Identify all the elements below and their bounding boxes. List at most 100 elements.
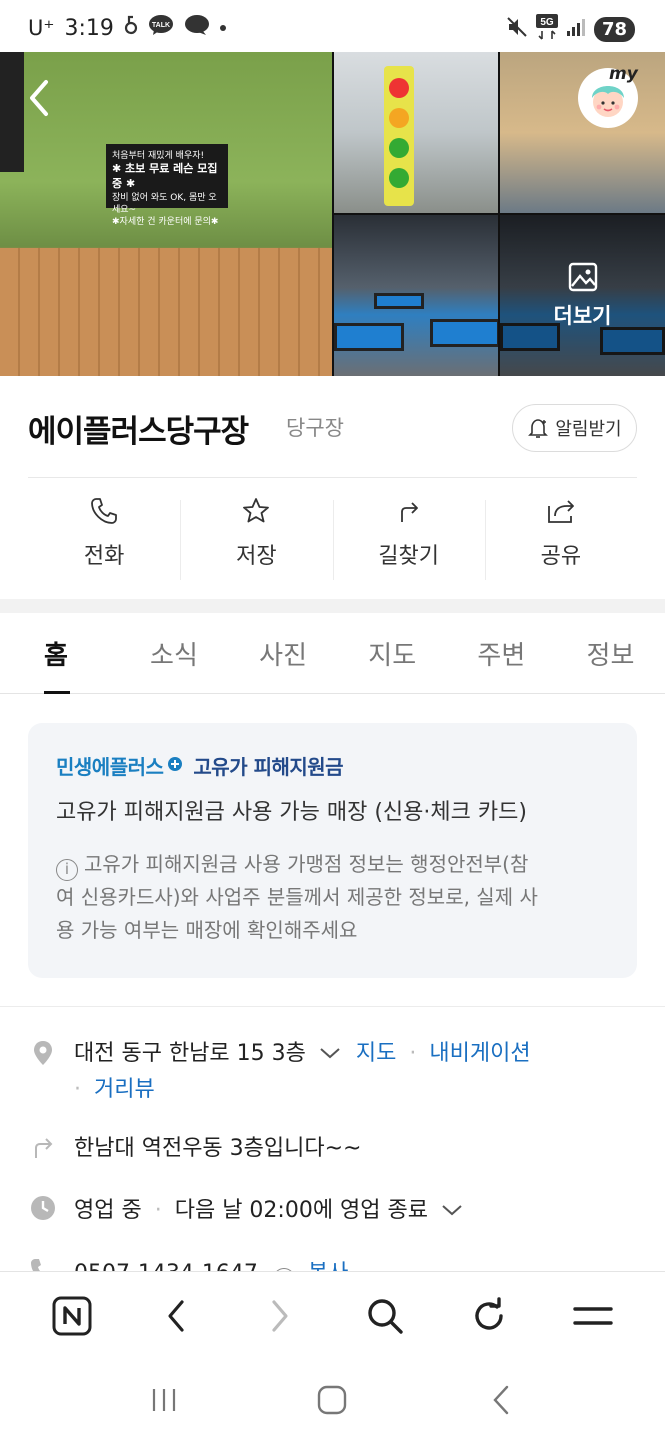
system-nav-bar — [0, 1359, 665, 1440]
support-fund-box: 민생에플러스 고유가 피해지원금 고유가 피해지원금 사용 가능 매장 (신용·… — [28, 723, 637, 978]
naver-home-button[interactable] — [42, 1286, 102, 1346]
support-title: 고유가 피해지원금 사용 가능 매장 (신용·체크 카드) — [56, 800, 527, 825]
separator-dot: · — [154, 1198, 162, 1223]
tab-bar: 홈 소식 사진 지도 주변 정보 — [0, 613, 665, 694]
photo-thumb-2[interactable] — [500, 52, 665, 213]
photo-main[interactable]: 처음부터 재밌게 배우자! ✱ 초보 무료 레슨 모집 중 ✱ 장비 없어 와도… — [0, 52, 332, 376]
copy-link[interactable]: 복사 — [308, 1261, 348, 1271]
alarm-button[interactable]: 알림받기 — [512, 404, 637, 452]
note-line: 여 신용카드사)와 사업주 분들께서 제공한 정보로, 실제 사 — [56, 885, 538, 909]
note-line: 용 가능 여부는 매장에 확인해주세요 — [56, 918, 358, 942]
place-name: 에이플러스당구장 — [28, 414, 249, 450]
support-note: i 고유가 피해지원금 사용 가맹점 정보는 행정안전부(참 여 신용카드사)와 … — [56, 848, 609, 947]
chevron-left-icon — [168, 1299, 184, 1332]
signal-icon — [566, 17, 586, 41]
more-photos-label: 더보기 — [553, 303, 612, 328]
tab-map[interactable]: 지도 — [338, 613, 447, 693]
more-photos-overlay[interactable]: 더보기 — [500, 215, 665, 376]
note-line: 고유가 피해지원금 사용 가맹점 정보는 행정안전부(참 — [84, 852, 529, 876]
action-label: 전화 — [83, 544, 125, 569]
refresh-icon — [475, 1296, 503, 1330]
directions-row: 한남대 역전우동 3층입니다~~ — [28, 1131, 637, 1171]
menu-button[interactable] — [563, 1286, 623, 1346]
hours-row: 영업 중 · 다음 날 02:00에 영업 종료 — [28, 1193, 637, 1233]
refresh-button[interactable] — [459, 1286, 519, 1346]
plus-icon — [167, 756, 183, 776]
sign-line: ✱ 초보 무료 레슨 모집 중 ✱ — [112, 162, 218, 190]
brand-label: 민생에플러스 — [56, 755, 164, 779]
back-icon[interactable] — [24, 78, 54, 118]
section-gap — [0, 599, 665, 613]
network-5g-icon: 5G — [535, 14, 558, 44]
route-icon — [35, 1138, 53, 1158]
home-icon — [318, 1385, 347, 1414]
sign-line: 장비 없어 와도 OK, 몸만 오세요~ — [112, 192, 217, 215]
phone-icon — [31, 1259, 41, 1271]
address-row: 대전 동구 한남로 15 3층 지도 · 내비게이션 · 거리뷰 — [28, 1036, 637, 1106]
forward-button[interactable] — [250, 1286, 310, 1346]
svg-text:TALK: TALK — [152, 22, 170, 29]
street-view-link[interactable]: 거리뷰 — [94, 1077, 155, 1102]
bell-icon — [528, 419, 549, 438]
wood-bench — [0, 248, 332, 376]
star-icon — [243, 498, 270, 523]
system-back-button[interactable] — [471, 1370, 531, 1430]
notification-icon — [124, 15, 138, 41]
tv-screen — [0, 52, 24, 172]
action-label: 공유 — [540, 544, 582, 569]
phone-number[interactable]: 0507-1434-1647 — [74, 1261, 258, 1271]
tab-news[interactable]: 소식 — [119, 613, 228, 693]
phone-icon — [91, 498, 118, 524]
divider — [28, 477, 637, 478]
back-button[interactable] — [146, 1286, 206, 1346]
carrier-label: U⁺ — [28, 16, 55, 40]
tab-home[interactable]: 홈 — [24, 613, 119, 694]
closing-time: 다음 날 02:00에 영업 종료 — [174, 1198, 429, 1223]
share-icon — [547, 500, 574, 523]
save-button[interactable]: 저장 — [180, 496, 332, 580]
directions-button[interactable]: 길찾기 — [332, 496, 485, 580]
action-label: 저장 — [236, 544, 277, 569]
call-button[interactable]: 전화 — [28, 496, 180, 580]
clock-icon — [31, 1196, 55, 1220]
brand-sub-label: 고유가 피해지원금 — [193, 755, 344, 779]
search-button[interactable] — [355, 1286, 415, 1346]
recents-icon — [153, 1388, 176, 1411]
traffic-light-sign — [384, 66, 414, 206]
my-label: my — [609, 64, 638, 84]
tab-info[interactable]: 정보 — [556, 613, 665, 693]
separator-dot: · — [74, 1077, 81, 1102]
chat-bubble-icon — [184, 14, 210, 42]
naver-logo-icon — [52, 1296, 92, 1335]
clock: 3:19 — [64, 15, 114, 41]
photo-thumb-3[interactable] — [334, 215, 498, 376]
chevron-down-icon[interactable] — [441, 1193, 463, 1229]
map-link[interactable]: 지도 — [356, 1041, 396, 1066]
battery-indicator: 78 — [593, 16, 635, 42]
recent-apps-button[interactable] — [134, 1370, 194, 1430]
mute-icon — [506, 16, 528, 42]
info-icon: i — [56, 859, 78, 881]
open-status: 영업 중 — [74, 1198, 142, 1223]
browser-toolbar — [0, 1271, 665, 1359]
directions-icon — [400, 502, 418, 522]
chevron-down-icon[interactable] — [319, 1036, 341, 1072]
place-category: 당구장 — [286, 416, 344, 440]
navigation-link[interactable]: 내비게이션 — [429, 1041, 530, 1066]
photo-thumb-1[interactable] — [334, 52, 498, 213]
share-button[interactable]: 공유 — [484, 496, 637, 580]
photo-gallery[interactable]: 처음부터 재밌게 배우자! ✱ 초보 무료 레슨 모집 중 ✱ 장비 없어 와도… — [0, 52, 665, 376]
lesson-sign: 처음부터 재밌게 배우자! ✱ 초보 무료 레슨 모집 중 ✱ 장비 없어 와도… — [106, 144, 228, 227]
title-row: 에이플러스당구장 당구장 알림받기 — [28, 400, 637, 456]
action-label: 길찾기 — [378, 544, 439, 569]
hamburger-icon — [573, 1306, 613, 1325]
talk-icon: TALK — [148, 14, 174, 42]
photo-thumb-more[interactable]: 더보기 — [500, 215, 665, 376]
search-icon — [367, 1298, 403, 1334]
tab-nearby[interactable]: 주변 — [447, 613, 556, 693]
tab-photos[interactable]: 사진 — [229, 613, 338, 693]
address-text: 대전 동구 한남로 15 3층 — [74, 1041, 306, 1066]
home-button[interactable] — [302, 1370, 362, 1430]
more-notifications-dot — [219, 25, 226, 31]
image-icon — [568, 262, 597, 291]
